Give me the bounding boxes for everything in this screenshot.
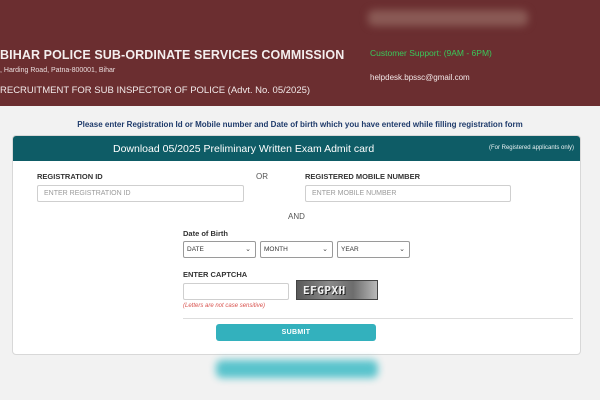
chevron-down-icon: ⌄	[322, 246, 328, 253]
customer-support-text: Customer Support: (9AM - 6PM)	[370, 48, 492, 58]
dob-date-value: DATE	[187, 246, 204, 253]
dob-label: Date of Birth	[183, 229, 228, 238]
admit-card-page: BIHAR POLICE SUB-ORDINATE SERVICES COMMI…	[0, 0, 600, 400]
dob-month-value: MONTH	[264, 246, 288, 253]
submit-button[interactable]: SUBMIT	[216, 324, 376, 341]
divider	[183, 318, 573, 319]
captcha-hint: (Letters are not case sensitive)	[183, 303, 266, 309]
mobile-number-input[interactable]	[305, 185, 511, 202]
blurred-header-text	[368, 10, 528, 26]
captcha-image: EFGPXH	[296, 280, 378, 300]
and-separator: AND	[288, 212, 305, 221]
card-title: Download 05/2025 Preliminary Written Exa…	[113, 143, 375, 155]
recruitment-title: RECRUITMENT FOR SUB INSPECTOR OF POLICE …	[0, 85, 311, 96]
dob-date-select[interactable]: DATE ⌄	[183, 241, 256, 258]
dob-year-value: YEAR	[341, 246, 359, 253]
or-separator: OR	[256, 172, 268, 181]
card-header: Download 05/2025 Preliminary Written Exa…	[13, 136, 580, 161]
registration-id-input[interactable]	[37, 185, 244, 202]
org-name: BIHAR POLICE SUB-ORDINATE SERVICES COMMI…	[0, 48, 345, 62]
captcha-code: EFGPXH	[303, 284, 346, 297]
org-address: , Harding Road, Patna-800001, Bihar	[0, 67, 116, 74]
chevron-down-icon: ⌄	[399, 246, 405, 253]
captcha-label: ENTER CAPTCHA	[183, 270, 248, 279]
mobile-number-label: REGISTERED MOBILE NUMBER	[305, 172, 421, 181]
card-note: (For Registered applicants only)	[488, 145, 574, 151]
site-header: BIHAR POLICE SUB-ORDINATE SERVICES COMMI…	[0, 0, 600, 106]
dob-month-select[interactable]: MONTH ⌄	[260, 241, 333, 258]
chevron-down-icon: ⌄	[245, 246, 251, 253]
helpdesk-email[interactable]: helpdesk.bpssc@gmail.com	[370, 73, 470, 82]
captcha-input[interactable]	[183, 283, 289, 300]
registration-id-label: REGISTRATION ID	[37, 172, 103, 181]
blurred-button	[216, 360, 378, 378]
dob-year-select[interactable]: YEAR ⌄	[337, 241, 410, 258]
form-instruction: Please enter Registration Id or Mobile n…	[77, 120, 523, 129]
